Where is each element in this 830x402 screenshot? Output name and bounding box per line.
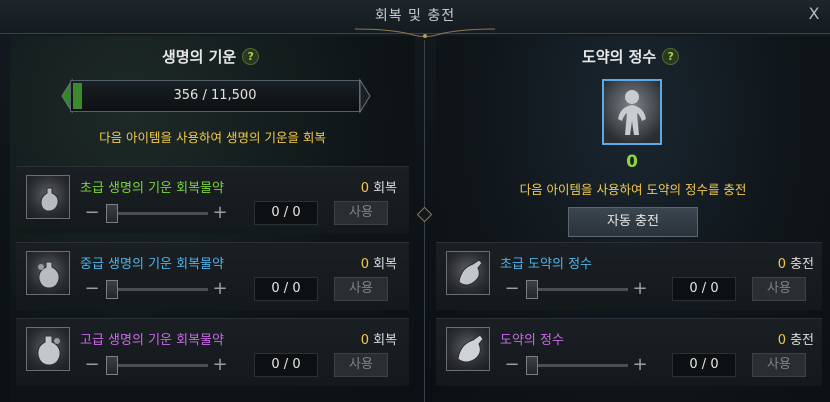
item-count-value: 0 — [360, 181, 370, 196]
potion-icon — [26, 327, 70, 371]
item-count: 0 충전 — [778, 329, 814, 348]
minus-icon[interactable]: − — [82, 203, 102, 223]
essence-emblem-icon — [602, 79, 662, 145]
item-name: 중급 생명의 기운 회복물약 — [80, 257, 224, 272]
item-count-unit: 충전 — [790, 257, 814, 272]
plus-icon[interactable]: + — [210, 279, 230, 299]
quantity-value: 0 / 0 — [254, 277, 318, 301]
list-item: 초급 생명의 기운 회복물약 0 회복 − + 0 / 0 사용 — [16, 166, 409, 234]
list-item: 도약의 정수 0 충전 − + 0 / 0 사용 — [436, 318, 822, 386]
life-title: 생명의 기운? — [162, 46, 260, 67]
plus-icon[interactable]: + — [630, 355, 650, 375]
divider-ornament — [416, 206, 433, 223]
quantity-value: 0 / 0 — [672, 353, 736, 377]
stepper-thumb[interactable] — [526, 356, 538, 375]
title-bar: 회복 및 충전 X — [0, 0, 830, 38]
quantity-value: 0 / 0 — [254, 353, 318, 377]
use-button[interactable]: 사용 — [334, 353, 388, 377]
use-button[interactable]: 사용 — [752, 353, 806, 377]
quantity-stepper[interactable]: − + — [80, 353, 234, 377]
use-button[interactable]: 사용 — [334, 201, 388, 225]
potion-icon — [446, 251, 490, 295]
item-count: 0 충전 — [778, 253, 814, 272]
item-count-value: 0 — [777, 257, 787, 272]
essence-title: 도약의 정수? — [582, 46, 680, 67]
help-icon[interactable]: ? — [662, 48, 680, 65]
item-count-unit: 회복 — [373, 181, 397, 196]
quantity-value: 0 / 0 — [254, 201, 318, 225]
quantity-stepper[interactable]: − + — [80, 277, 234, 301]
list-item: 고급 생명의 기운 회복물약 0 회복 − + 0 / 0 사용 — [16, 318, 409, 386]
use-button[interactable]: 사용 — [752, 277, 806, 301]
stepper-thumb[interactable] — [526, 280, 538, 299]
item-count: 0 회복 — [361, 253, 397, 272]
minus-icon[interactable]: − — [502, 279, 522, 299]
item-count-value: 0 — [360, 333, 370, 348]
life-description: 다음 아이템을 사용하여 생명의 기운을 회복 — [99, 130, 326, 145]
stepper-track[interactable] — [106, 212, 208, 215]
close-icon[interactable]: X — [804, 4, 824, 24]
stepper-thumb[interactable] — [106, 356, 118, 375]
item-name: 초급 도약의 정수 — [500, 257, 592, 272]
minus-icon[interactable]: − — [82, 279, 102, 299]
stepper-track[interactable] — [526, 364, 628, 367]
item-count-unit: 회복 — [373, 333, 397, 348]
plus-icon[interactable]: + — [630, 279, 650, 299]
stepper-thumb[interactable] — [106, 204, 118, 223]
list-item: 중급 생명의 기운 회복물약 0 회복 − + 0 / 0 사용 — [16, 242, 409, 310]
quantity-stepper[interactable]: − + — [500, 353, 654, 377]
list-item: 초급 도약의 정수 0 충전 − + 0 / 0 사용 — [436, 242, 822, 310]
item-name: 도약의 정수 — [500, 333, 564, 348]
life-gauge: 356 / 11,500 — [70, 80, 360, 112]
recovery-charge-window: 회복 및 충전 X 생명의 기운? 356 / 11,500 다음 아이템을 사… — [0, 0, 830, 402]
potion-icon — [26, 175, 70, 219]
item-name: 고급 생명의 기운 회복물약 — [80, 333, 224, 348]
quantity-value: 0 / 0 — [672, 277, 736, 301]
stepper-thumb[interactable] — [106, 280, 118, 299]
minus-icon[interactable]: − — [82, 355, 102, 375]
auto-charge-button[interactable]: 자동 충전 — [568, 207, 698, 237]
item-count-unit: 충전 — [790, 333, 814, 348]
item-count: 0 회복 — [361, 177, 397, 196]
quantity-stepper[interactable]: − + — [500, 277, 654, 301]
item-count: 0 회복 — [361, 329, 397, 348]
item-count-value: 0 — [360, 257, 370, 272]
potion-icon — [446, 327, 490, 371]
stepper-track[interactable] — [106, 364, 208, 367]
item-count-value: 0 — [777, 333, 787, 348]
use-button[interactable]: 사용 — [334, 277, 388, 301]
life-title-text: 생명의 기운 — [162, 48, 237, 66]
quantity-stepper[interactable]: − + — [80, 201, 234, 225]
stepper-track[interactable] — [526, 288, 628, 291]
plus-icon[interactable]: + — [210, 203, 230, 223]
window-title: 회복 및 충전 — [374, 8, 456, 24]
potion-icon — [26, 251, 70, 295]
item-count-unit: 회복 — [373, 257, 397, 272]
essence-description: 다음 아이템을 사용하여 도약의 정수를 충전 — [519, 182, 747, 197]
help-icon[interactable]: ? — [242, 48, 260, 65]
essence-value: 0 — [626, 152, 638, 172]
gauge-right-cap — [359, 78, 371, 114]
plus-icon[interactable]: + — [210, 355, 230, 375]
life-gauge-text: 356 / 11,500 — [173, 88, 257, 103]
stepper-track[interactable] — [106, 288, 208, 291]
item-name: 초급 생명의 기운 회복물약 — [80, 181, 224, 196]
minus-icon[interactable]: − — [502, 355, 522, 375]
essence-title-text: 도약의 정수 — [582, 48, 657, 66]
